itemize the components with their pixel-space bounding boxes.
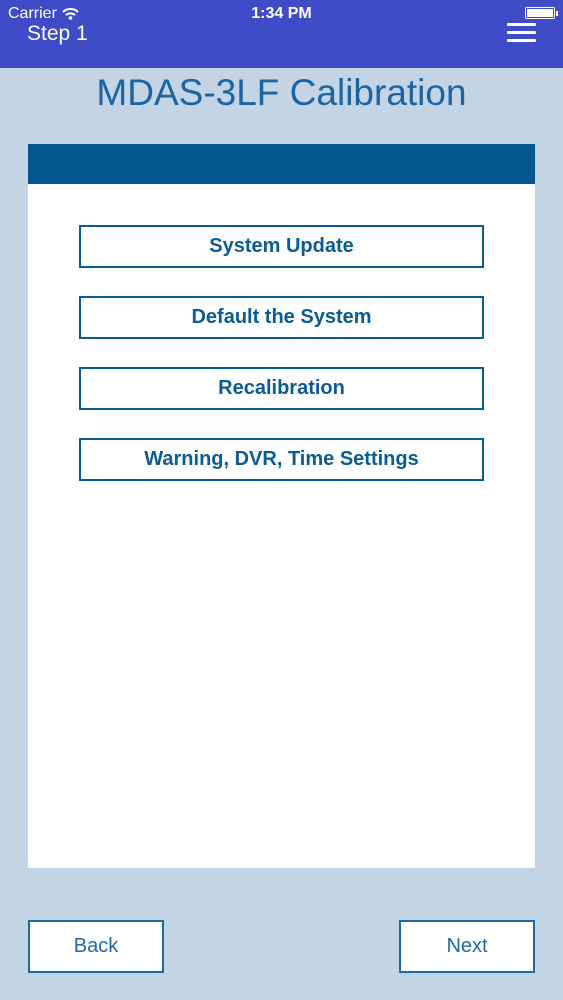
next-button[interactable]: Next <box>399 920 535 973</box>
back-button[interactable]: Back <box>28 920 164 973</box>
default-system-button[interactable]: Default the System <box>79 296 484 339</box>
options-panel: System Update Default the System Recalib… <box>28 144 535 868</box>
warning-dvr-time-settings-button[interactable]: Warning, DVR, Time Settings <box>79 438 484 481</box>
status-bar-time: 1:34 PM <box>251 5 312 22</box>
hamburger-menu-icon[interactable] <box>507 22 536 44</box>
app-header: Carrier 1:34 PM Step 1 <box>0 0 563 68</box>
panel-header-bar <box>28 144 535 184</box>
system-update-button[interactable]: System Update <box>79 225 484 268</box>
battery-icon <box>525 7 558 19</box>
step-label: Step 1 <box>27 22 88 45</box>
page-title: MDAS-3LF Calibration <box>96 72 467 113</box>
recalibration-button[interactable]: Recalibration <box>79 367 484 410</box>
